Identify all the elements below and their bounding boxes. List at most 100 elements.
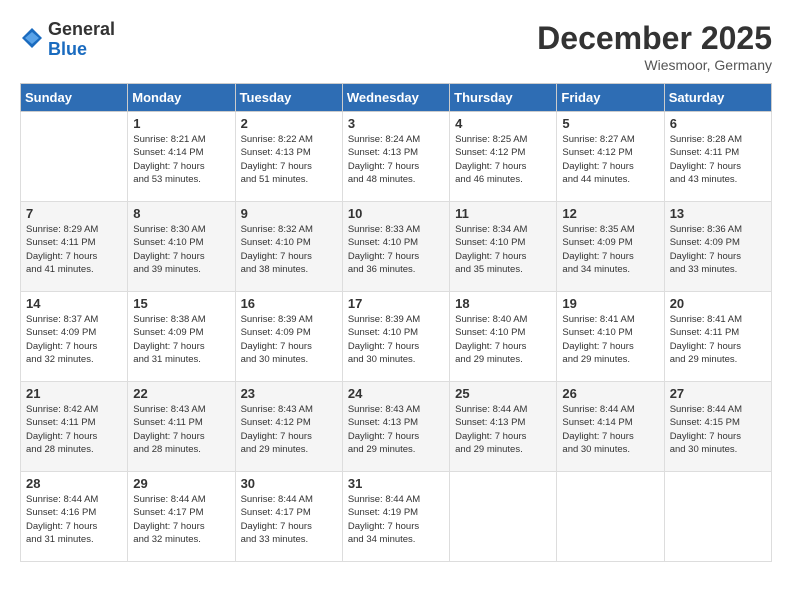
day-number: 5: [562, 116, 658, 131]
day-number: 21: [26, 386, 122, 401]
day-number: 3: [348, 116, 444, 131]
table-row: 6Sunrise: 8:28 AM Sunset: 4:11 PM Daylig…: [664, 112, 771, 202]
table-row: 26 Sunrise: 8:44 AM Sunset: 4:14 PM Dayli…: [557, 382, 664, 472]
col-sunday: Sunday: [21, 84, 128, 112]
table-row: 5Sunrise: 8:27 AM Sunset: 4:12 PM Daylig…: [557, 112, 664, 202]
table-row: 7 Sunrise: 8:29 AM Sunset: 4:11 PM Daylig…: [21, 202, 128, 292]
day-info: Sunrise: 8:44 AM Sunset: 4:14 PM Dayligh…: [562, 403, 658, 456]
day-number: 16: [241, 296, 337, 311]
day-number: 6: [670, 116, 766, 131]
day-number: 24: [348, 386, 444, 401]
table-row: 29 Sunrise: 8:44 AM Sunset: 4:17 PM Dayli…: [128, 472, 235, 562]
calendar-week-row: 1 Sunrise: 8:21 AM Sunset: 4:14 PM Daylig…: [21, 112, 772, 202]
day-number: 17: [348, 296, 444, 311]
table-row: 14Sunrise: 8:37 AM Sunset: 4:09 PM Dayli…: [21, 292, 128, 382]
day-number: 1: [133, 116, 229, 131]
day-info: Sunrise: 8:44 AM Sunset: 4:19 PM Dayligh…: [348, 493, 444, 546]
col-thursday: Thursday: [450, 84, 557, 112]
table-row: 8 Sunrise: 8:30 AM Sunset: 4:10 PM Daylig…: [128, 202, 235, 292]
table-row: 25Sunrise: 8:44 AM Sunset: 4:13 PM Dayli…: [450, 382, 557, 472]
day-info: Sunrise: 8:44 AM Sunset: 4:17 PM Dayligh…: [133, 493, 229, 546]
day-info: Sunrise: 8:44 AM Sunset: 4:15 PM Dayligh…: [670, 403, 766, 456]
day-info: Sunrise: 8:40 AM Sunset: 4:10 PM Dayligh…: [455, 313, 551, 366]
day-number: 8: [133, 206, 229, 221]
day-info: Sunrise: 8:32 AM Sunset: 4:10 PM Dayligh…: [241, 223, 337, 276]
day-info: Sunrise: 8:30 AM Sunset: 4:10 PM Dayligh…: [133, 223, 229, 276]
day-number: 11: [455, 206, 551, 221]
day-info: Sunrise: 8:25 AM Sunset: 4:12 PM Dayligh…: [455, 133, 551, 186]
table-row: 19Sunrise: 8:41 AM Sunset: 4:10 PM Dayli…: [557, 292, 664, 382]
day-number: 29: [133, 476, 229, 491]
month-title: December 2025: [537, 20, 772, 57]
table-row: 13 Sunrise: 8:36 AM Sunset: 4:09 PM Dayli…: [664, 202, 771, 292]
day-info: Sunrise: 8:35 AM Sunset: 4:09 PM Dayligh…: [562, 223, 658, 276]
table-row: 30Sunrise: 8:44 AM Sunset: 4:17 PM Dayli…: [235, 472, 342, 562]
col-saturday: Saturday: [664, 84, 771, 112]
day-info: Sunrise: 8:44 AM Sunset: 4:16 PM Dayligh…: [26, 493, 122, 546]
table-row: 3 Sunrise: 8:24 AM Sunset: 4:13 PM Daylig…: [342, 112, 449, 202]
day-info: Sunrise: 8:43 AM Sunset: 4:13 PM Dayligh…: [348, 403, 444, 456]
title-area: December 2025 Wiesmoor, Germany: [537, 20, 772, 73]
table-row: 1 Sunrise: 8:21 AM Sunset: 4:14 PM Daylig…: [128, 112, 235, 202]
location: Wiesmoor, Germany: [537, 57, 772, 73]
calendar-week-row: 7 Sunrise: 8:29 AM Sunset: 4:11 PM Daylig…: [21, 202, 772, 292]
day-info: Sunrise: 8:24 AM Sunset: 4:13 PM Dayligh…: [348, 133, 444, 186]
day-info: Sunrise: 8:21 AM Sunset: 4:14 PM Dayligh…: [133, 133, 229, 186]
day-info: Sunrise: 8:38 AM Sunset: 4:09 PM Dayligh…: [133, 313, 229, 366]
day-info: Sunrise: 8:43 AM Sunset: 4:11 PM Dayligh…: [133, 403, 229, 456]
day-number: 10: [348, 206, 444, 221]
day-number: 26: [562, 386, 658, 401]
logo-text: General Blue: [48, 20, 115, 60]
day-info: Sunrise: 8:34 AM Sunset: 4:10 PM Dayligh…: [455, 223, 551, 276]
table-row: 20 Sunrise: 8:41 AM Sunset: 4:11 PM Dayli…: [664, 292, 771, 382]
day-number: 20: [670, 296, 766, 311]
day-number: 15: [133, 296, 229, 311]
calendar-week-row: 14Sunrise: 8:37 AM Sunset: 4:09 PM Dayli…: [21, 292, 772, 382]
calendar-week-row: 28 Sunrise: 8:44 AM Sunset: 4:16 PM Dayli…: [21, 472, 772, 562]
table-row: 9 Sunrise: 8:32 AM Sunset: 4:10 PM Daylig…: [235, 202, 342, 292]
day-number: 19: [562, 296, 658, 311]
table-row: [557, 472, 664, 562]
day-number: 27: [670, 386, 766, 401]
day-number: 28: [26, 476, 122, 491]
day-info: Sunrise: 8:37 AM Sunset: 4:09 PM Dayligh…: [26, 313, 122, 366]
table-row: 18Sunrise: 8:40 AM Sunset: 4:10 PM Dayli…: [450, 292, 557, 382]
table-row: 27 Sunrise: 8:44 AM Sunset: 4:15 PM Dayli…: [664, 382, 771, 472]
logo-general-text: General: [48, 20, 115, 40]
day-info: Sunrise: 8:43 AM Sunset: 4:12 PM Dayligh…: [241, 403, 337, 456]
col-friday: Friday: [557, 84, 664, 112]
table-row: [450, 472, 557, 562]
table-row: 15 Sunrise: 8:38 AM Sunset: 4:09 PM Dayli…: [128, 292, 235, 382]
day-info: Sunrise: 8:33 AM Sunset: 4:10 PM Dayligh…: [348, 223, 444, 276]
day-number: 9: [241, 206, 337, 221]
calendar-week-row: 21 Sunrise: 8:42 AM Sunset: 4:11 PM Dayli…: [21, 382, 772, 472]
day-info: Sunrise: 8:42 AM Sunset: 4:11 PM Dayligh…: [26, 403, 122, 456]
day-info: Sunrise: 8:44 AM Sunset: 4:17 PM Dayligh…: [241, 493, 337, 546]
day-number: 13: [670, 206, 766, 221]
calendar-table: Sunday Monday Tuesday Wednesday Thursday…: [20, 83, 772, 562]
logo: General Blue: [20, 20, 115, 60]
day-info: Sunrise: 8:36 AM Sunset: 4:09 PM Dayligh…: [670, 223, 766, 276]
day-number: 4: [455, 116, 551, 131]
table-row: 28 Sunrise: 8:44 AM Sunset: 4:16 PM Dayli…: [21, 472, 128, 562]
table-row: 21 Sunrise: 8:42 AM Sunset: 4:11 PM Dayli…: [21, 382, 128, 472]
day-info: Sunrise: 8:29 AM Sunset: 4:11 PM Dayligh…: [26, 223, 122, 276]
day-info: Sunrise: 8:41 AM Sunset: 4:11 PM Dayligh…: [670, 313, 766, 366]
table-row: 2Sunrise: 8:22 AM Sunset: 4:13 PM Daylig…: [235, 112, 342, 202]
day-info: Sunrise: 8:39 AM Sunset: 4:10 PM Dayligh…: [348, 313, 444, 366]
day-number: 12: [562, 206, 658, 221]
table-row: 4 Sunrise: 8:25 AM Sunset: 4:12 PM Daylig…: [450, 112, 557, 202]
day-info: Sunrise: 8:44 AM Sunset: 4:13 PM Dayligh…: [455, 403, 551, 456]
table-row: 10 Sunrise: 8:33 AM Sunset: 4:10 PM Dayli…: [342, 202, 449, 292]
day-number: 31: [348, 476, 444, 491]
day-number: 23: [241, 386, 337, 401]
table-row: 17 Sunrise: 8:39 AM Sunset: 4:10 PM Dayli…: [342, 292, 449, 382]
header: General Blue December 2025 Wiesmoor, Ger…: [20, 20, 772, 73]
day-info: Sunrise: 8:39 AM Sunset: 4:09 PM Dayligh…: [241, 313, 337, 366]
day-number: 2: [241, 116, 337, 131]
table-row: 16 Sunrise: 8:39 AM Sunset: 4:09 PM Dayli…: [235, 292, 342, 382]
table-row: 22Sunrise: 8:43 AM Sunset: 4:11 PM Dayli…: [128, 382, 235, 472]
logo-blue-text: Blue: [48, 40, 115, 60]
day-number: 7: [26, 206, 122, 221]
col-tuesday: Tuesday: [235, 84, 342, 112]
